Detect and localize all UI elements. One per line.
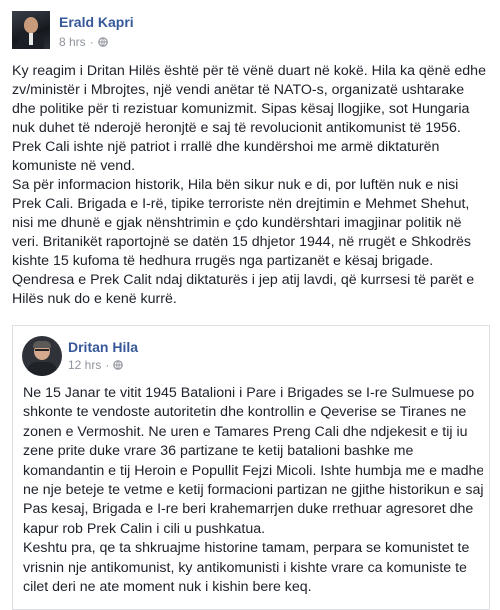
shared-author-name[interactable]: Dritan Hila [68,339,138,355]
shared-text-line: vrisnin nje antikomunist, ky antikomunis… [23,559,467,576]
shared-text-line: Ne 15 Janar te vitit 1945 Batalioni i Pa… [23,385,475,401]
shared-post-timestamp[interactable]: 12 hrs [68,358,101,372]
shared-text-line: kapur rob Prek Calin i cili u pushkatua. [23,520,266,537]
post-text: Ky reagim i Dritan Hilës është për të vë… [12,62,488,309]
post-text-line: Prek Cali. Brigada e I-rë, tipike terror… [12,196,470,212]
shared-post-meta: 12 hrs · [68,358,124,372]
shared-text-line: ne nje beteje te vetme e ketij formacion… [23,482,483,499]
shared-text-line: zonen e Vermoshit. Ne uren e Tamares Pre… [23,423,468,440]
post-text-line: komuniste në vend. [12,158,136,174]
facebook-post: Erald Kapri 8 hrs · Ky reagim i Dritan H… [0,0,500,610]
meta-separator: · [89,35,94,49]
post-text-line: Sa për informacion historik, Hila bën si… [12,177,459,193]
shared-text-line: shkonte te vendoste autoritetin dhe kont… [23,404,467,421]
post-text-line: zv/ministër i Mbrojtes, një vendi anëtar… [12,82,465,98]
author-avatar[interactable] [12,11,50,49]
post-text-line: nisi me dhunë e gjak nënshtrimin e çdo k… [12,215,462,231]
shared-text-line: cilet deri ne ate moment nuk i kishin be… [23,579,312,596]
post-meta: 8 hrs · [59,35,108,49]
post-text-line: dhe politike për ti rezistuar komunizmit… [12,101,470,117]
post-timestamp[interactable]: 8 hrs [59,35,86,49]
post-text-line: veri. Britanikët raportojnë se datën 15 … [12,234,472,250]
post-text-line: nuk duhet të nderojë heronjtë e saj të r… [12,120,461,136]
meta-separator: · [105,358,110,372]
author-name[interactable]: Erald Kapri [59,14,134,30]
globe-icon[interactable] [113,360,124,370]
shared-text-line: zene prite duke vrare 36 partizane te ke… [23,443,414,460]
shared-post-text: Ne 15 Janar te vitit 1945 Batalioni i Pa… [23,384,483,597]
shared-text-line: Keshtu pra, qe ta shkruajme historine ta… [23,540,470,557]
post-text-line: Ky reagim i Dritan Hilës është për të vë… [12,63,486,79]
post-text-line: Hilës nuk do e kenë kurrë. [12,291,177,307]
globe-icon[interactable] [97,37,108,47]
shared-text-line: Pas kesaj, Brigada e I-re beri krahemarr… [23,501,474,518]
shared-text-line: komandantin e tij Heroin e Popullit Fejz… [23,462,483,479]
post-text-line: Qendresa e Prek Calit ndaj diktaturës i … [12,272,475,288]
shared-post[interactable]: Dritan Hila 12 hrs · Ne 15 Janar te viti… [12,325,490,610]
post-text-line: kishte 15 kufoma të hedhura rrugës nga p… [12,253,434,269]
post-text-line: Prek Cali ishte një patriot i rrallë dhe… [12,139,440,155]
shared-author-avatar[interactable] [22,336,62,376]
